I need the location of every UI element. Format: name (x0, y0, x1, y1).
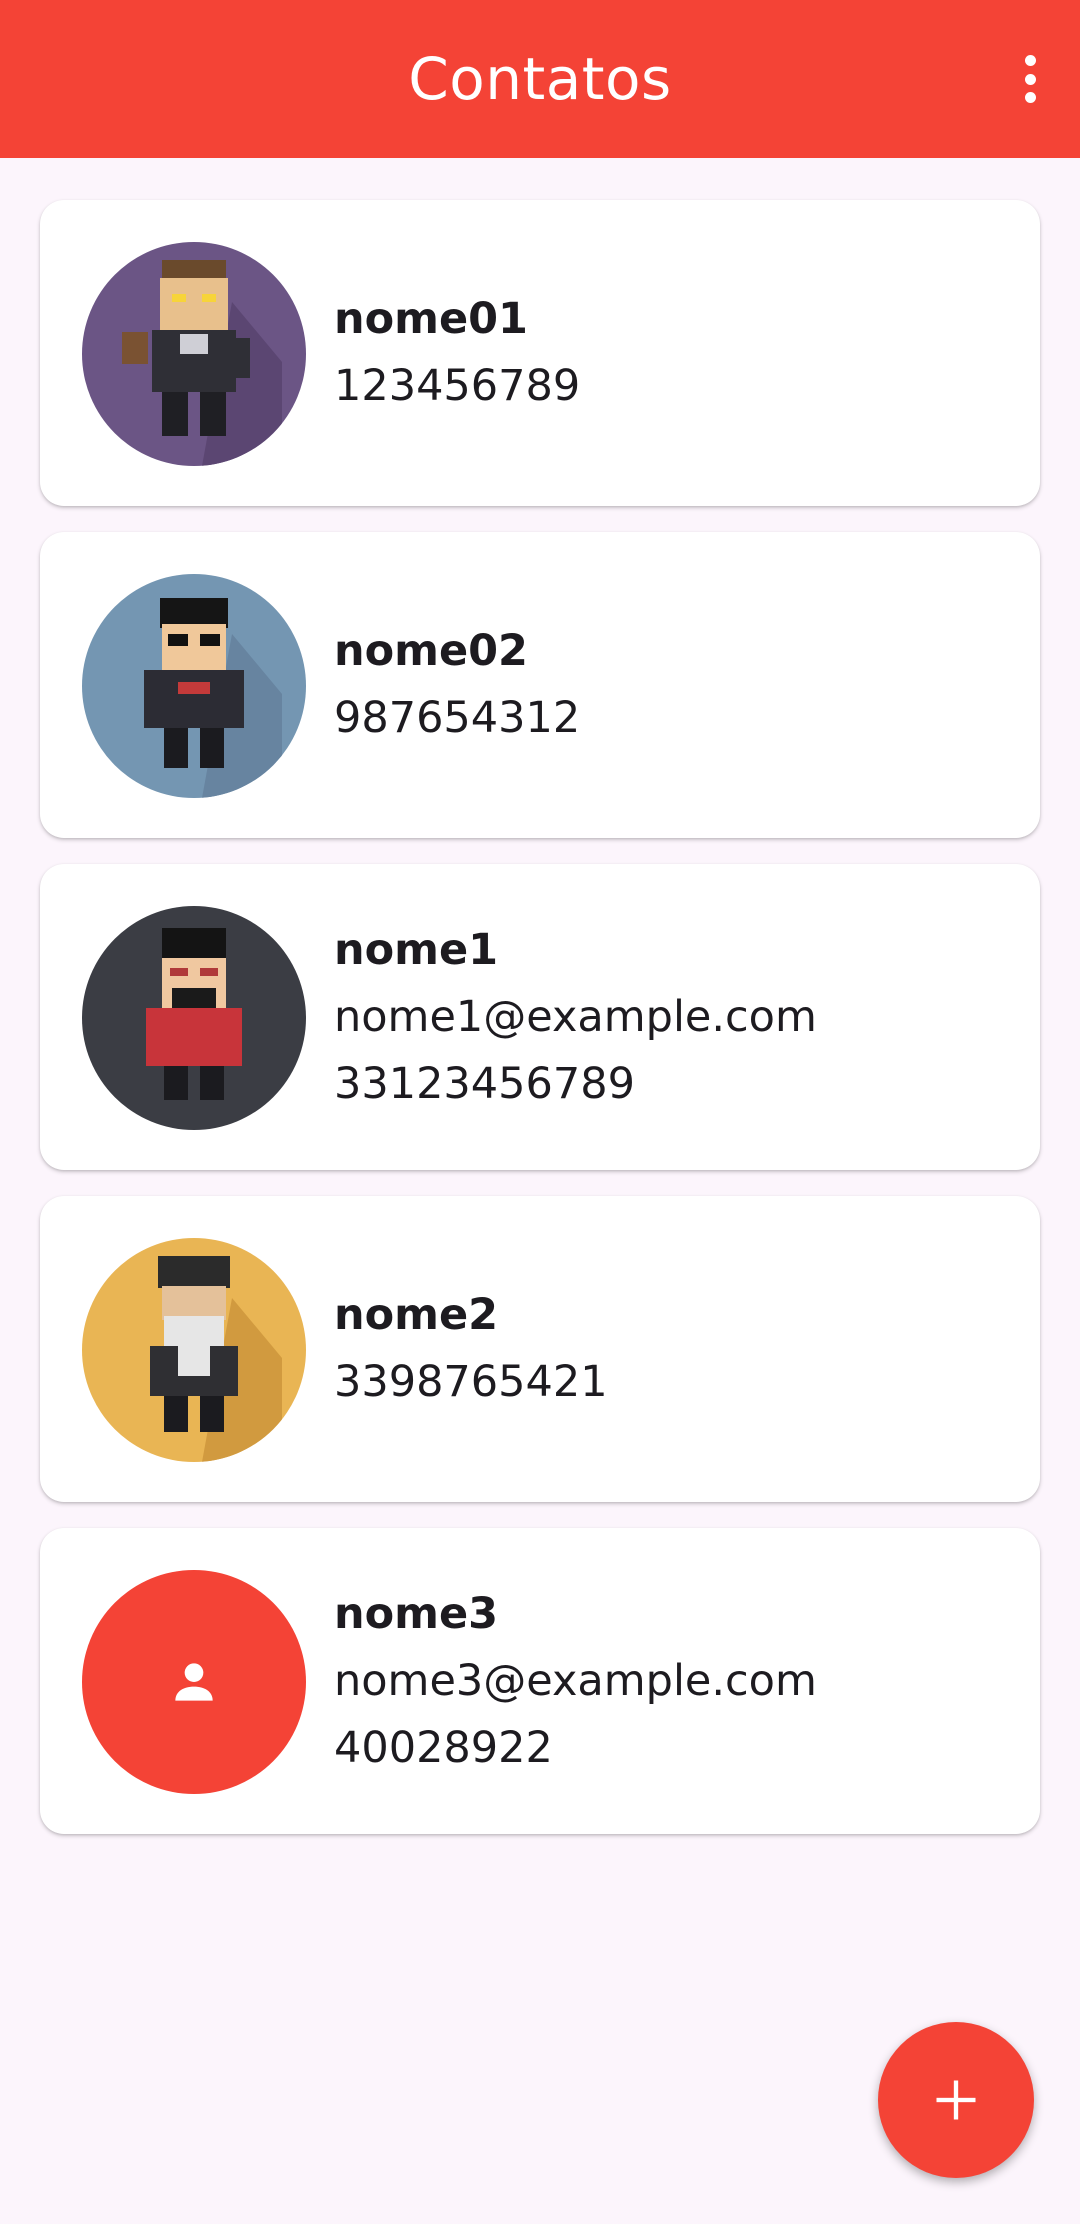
person-icon (175, 1663, 213, 1701)
contact-phone: 40028922 (334, 1722, 553, 1773)
contact-name: nome02 (334, 626, 528, 676)
pixel-character-icon (122, 260, 282, 466)
contact-email: nome1@example.com (334, 991, 817, 1042)
contact-name: nome01 (334, 294, 528, 344)
contact-card[interactable]: nome3 nome3@example.com 40028922 (40, 1528, 1040, 1834)
pixel-character-icon (144, 598, 282, 798)
contact-card[interactable]: nome2 3398765421 (40, 1196, 1040, 1502)
add-icon (936, 2080, 976, 2120)
contact-avatar (82, 1238, 306, 1462)
contact-name: nome1 (334, 924, 499, 975)
contact-card[interactable]: nome1 nome1@example.com 33123456789 (40, 864, 1040, 1170)
contact-avatar (82, 1570, 306, 1794)
contact-email: nome3@example.com (334, 1655, 817, 1706)
pixel-character-icon (146, 928, 242, 1100)
more-vert-icon (1024, 55, 1036, 66)
more-vert-icon-dot (1024, 73, 1036, 85)
contact-name: nome2 (334, 1290, 499, 1340)
app-bar: Contatos (0, 0, 1080, 158)
contact-avatar (82, 574, 306, 798)
contact-phone: 3398765421 (334, 1357, 608, 1407)
more-options-button[interactable] (1008, 55, 1052, 103)
page-title: Contatos (408, 45, 672, 113)
contact-card[interactable]: nome02 987654312 (40, 532, 1040, 838)
contact-list: nome01 123456789 nome02 987654312 nome1 … (40, 200, 1040, 1860)
add-contact-button[interactable] (878, 2022, 1034, 2178)
contact-phone: 33123456789 (334, 1058, 635, 1109)
contact-phone: 123456789 (334, 361, 581, 411)
contact-avatar (82, 242, 306, 466)
contact-phone: 987654312 (334, 693, 581, 743)
contact-name: nome3 (334, 1588, 499, 1639)
contact-avatar (82, 906, 306, 1130)
contact-card[interactable]: nome01 123456789 (40, 200, 1040, 506)
pixel-character-icon (150, 1256, 282, 1462)
more-vert-icon-dot (1024, 92, 1036, 103)
